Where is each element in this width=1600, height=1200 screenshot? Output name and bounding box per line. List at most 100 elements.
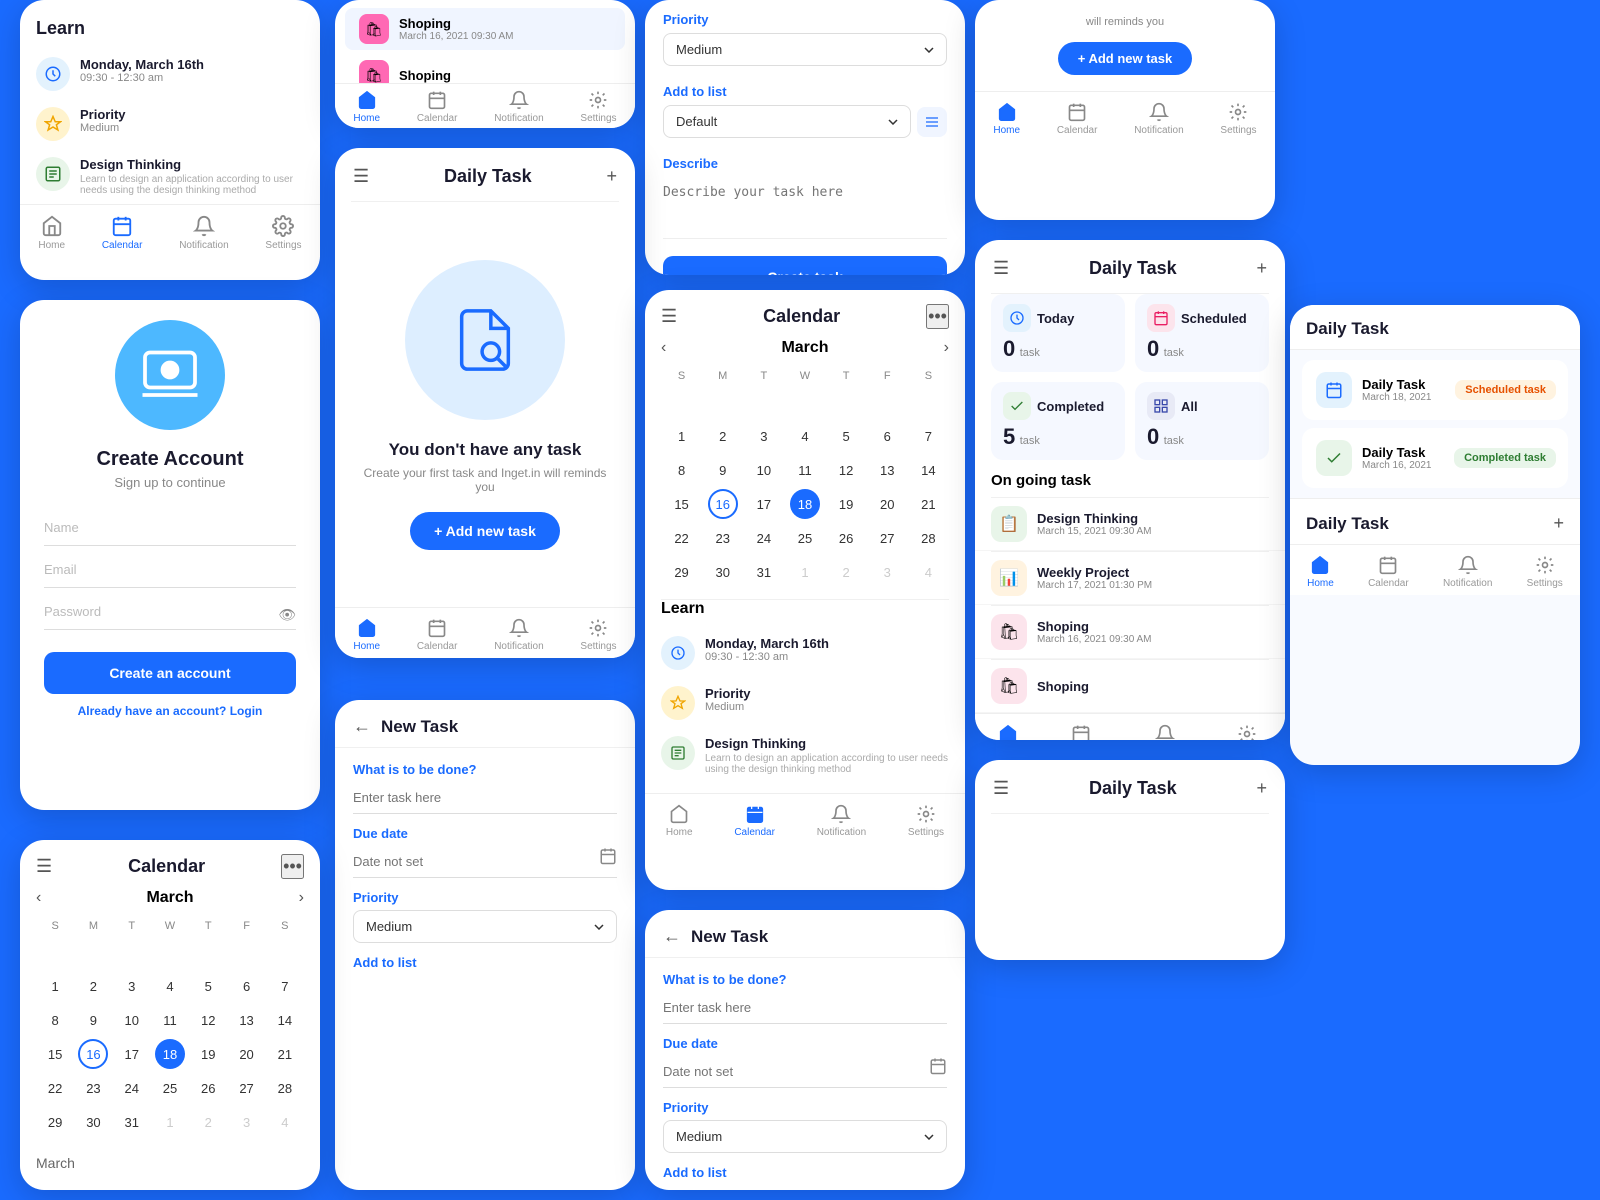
cal-day-28[interactable]: 28	[913, 523, 943, 553]
nav-calendar-2[interactable]: Calendar	[417, 90, 458, 124]
cal-bottom-menu[interactable]: ☰	[36, 856, 52, 877]
cal-b-9[interactable]: 9	[78, 1005, 108, 1035]
cal-b-22[interactable]: 22	[40, 1073, 70, 1103]
cal-day-next-2[interactable]: 2	[831, 557, 861, 587]
cal-day-4[interactable]: 4	[790, 421, 820, 451]
add-button-dt2[interactable]: +	[1256, 778, 1267, 799]
cal-b-4[interactable]: 4	[155, 971, 185, 1001]
task-2-input[interactable]	[663, 992, 947, 1024]
nav-notification-6[interactable]: Notification	[494, 618, 543, 652]
cal-b-24[interactable]: 24	[117, 1073, 147, 1103]
add-to-list-select[interactable]: Default Work Personal	[663, 105, 911, 138]
cal-day-16[interactable]: 16	[708, 489, 738, 519]
nav-home-comp[interactable]: Home	[1307, 555, 1334, 589]
nav-calendar-4[interactable]: Calendar	[1057, 102, 1098, 136]
password-input[interactable]	[44, 594, 296, 630]
cal-b-31[interactable]: 31	[117, 1107, 147, 1137]
cal-day-3[interactable]: 3	[749, 421, 779, 451]
cal-day-5[interactable]: 5	[831, 421, 861, 451]
priority-select[interactable]: Medium High Low	[663, 33, 947, 66]
shopping-item-1[interactable]: 🛍 Shoping March 16, 2021 09:30 AM	[345, 8, 625, 50]
cal-day-25[interactable]: 25	[790, 523, 820, 553]
due-date-2-input[interactable]	[663, 1056, 929, 1079]
cal-b-27[interactable]: 27	[232, 1073, 262, 1103]
nav-calendar-tasks[interactable]: Calendar	[1061, 724, 1102, 740]
cal-b-1[interactable]: 1	[40, 971, 70, 1001]
eye-button[interactable]: 👁	[278, 607, 296, 624]
nav-settings-2[interactable]: Settings	[580, 90, 616, 124]
cal-day-15[interactable]: 15	[667, 489, 697, 519]
nav-home-6[interactable]: Home	[353, 618, 380, 652]
menu-button-dt2[interactable]: ☰	[993, 778, 1009, 799]
nav-notification-cal[interactable]: Notification	[817, 804, 866, 838]
cal-b-5[interactable]: 5	[193, 971, 223, 1001]
cal-b-25[interactable]: 25	[155, 1073, 185, 1103]
cal-day-1[interactable]: 1	[667, 421, 697, 451]
cal-day-23[interactable]: 23	[708, 523, 738, 553]
back-button-2[interactable]: ←	[663, 926, 681, 947]
describe-input[interactable]	[663, 177, 947, 239]
cal-day-12[interactable]: 12	[831, 455, 861, 485]
cal-day-21[interactable]: 21	[913, 489, 943, 519]
nav-settings-4[interactable]: Settings	[1220, 102, 1256, 136]
cal-b-16[interactable]: 16	[78, 1039, 108, 1069]
nav-calendar-6[interactable]: Calendar	[417, 618, 458, 652]
cal-b-28[interactable]: 28	[270, 1073, 300, 1103]
calendar-picker-button[interactable]	[599, 847, 617, 868]
create-account-button[interactable]: Create an account	[44, 652, 296, 694]
back-button[interactable]: ←	[353, 716, 371, 737]
cal-b-2[interactable]: 2	[78, 971, 108, 1001]
nav-calendar-comp[interactable]: Calendar	[1368, 555, 1409, 589]
cal-b-12[interactable]: 12	[193, 1005, 223, 1035]
cal-b-6[interactable]: 6	[232, 971, 262, 1001]
nav-home-2[interactable]: Home	[353, 90, 380, 124]
cal-b-13[interactable]: 13	[232, 1005, 262, 1035]
cal-day-24[interactable]: 24	[749, 523, 779, 553]
cal-b-17[interactable]: 17	[117, 1039, 147, 1069]
nav-notification-tasks[interactable]: Notification	[1140, 724, 1189, 740]
task-row-shopping2[interactable]: 🛍 Shoping	[975, 660, 1285, 713]
cal-b-26[interactable]: 26	[193, 1073, 223, 1103]
priority-2-select[interactable]: Medium High Low	[663, 1120, 947, 1153]
cal-day-9[interactable]: 9	[708, 455, 738, 485]
nav-home-4[interactable]: Home	[993, 102, 1020, 136]
priority-select-form[interactable]: Medium High Low	[353, 910, 617, 943]
cal-b-n1[interactable]: 1	[155, 1107, 185, 1137]
cal-day-22[interactable]: 22	[667, 523, 697, 553]
cal-day-next-1[interactable]: 1	[790, 557, 820, 587]
login-link[interactable]: Login	[230, 704, 263, 718]
dt-repeat-add[interactable]: +	[1553, 513, 1564, 534]
cal-b-7[interactable]: 7	[270, 971, 300, 1001]
nav-home-1[interactable]: Home	[38, 215, 65, 251]
add-new-task-button-right[interactable]: + Add new task	[1058, 42, 1193, 75]
nav-notification-comp[interactable]: Notification	[1443, 555, 1492, 589]
add-new-task-button[interactable]: + Add new task	[410, 512, 560, 550]
cal-day-6[interactable]: 6	[872, 421, 902, 451]
cal-bottom-prev[interactable]: ‹	[36, 889, 41, 907]
cal-day-2[interactable]: 2	[708, 421, 738, 451]
cal-day-31[interactable]: 31	[749, 557, 779, 587]
due-date-input[interactable]	[353, 846, 599, 869]
task-row-design[interactable]: 📋 Design Thinking March 15, 2021 09:30 A…	[975, 498, 1285, 551]
add-button-daily[interactable]: +	[606, 166, 617, 187]
cal-day-next-3[interactable]: 3	[872, 557, 902, 587]
cal-day-19[interactable]: 19	[831, 489, 861, 519]
nav-notification-2[interactable]: Notification	[494, 90, 543, 124]
cal-more-button[interactable]: •••	[926, 304, 949, 329]
cal-day-8[interactable]: 8	[667, 455, 697, 485]
cal-day-11[interactable]: 11	[790, 455, 820, 485]
cal-day-7[interactable]: 7	[913, 421, 943, 451]
cal-day-20[interactable]: 20	[872, 489, 902, 519]
cal-day-10[interactable]: 10	[749, 455, 779, 485]
cal-menu-button[interactable]: ☰	[661, 306, 677, 327]
cal-b-10[interactable]: 10	[117, 1005, 147, 1035]
menu-button-tasks[interactable]: ☰	[993, 258, 1009, 279]
cal-b-29[interactable]: 29	[40, 1107, 70, 1137]
completed-task-item[interactable]: Daily Task March 16, 2021 Completed task	[1302, 428, 1568, 488]
nav-calendar-cal[interactable]: Calendar	[734, 804, 775, 838]
cal-bottom-next[interactable]: ›	[299, 889, 304, 907]
task-row-shopping[interactable]: 🛍 Shoping March 16, 2021 09:30 AM	[975, 606, 1285, 659]
nav-settings-comp[interactable]: Settings	[1527, 555, 1563, 589]
cal-day-27[interactable]: 27	[872, 523, 902, 553]
cal-b-n2[interactable]: 2	[193, 1107, 223, 1137]
